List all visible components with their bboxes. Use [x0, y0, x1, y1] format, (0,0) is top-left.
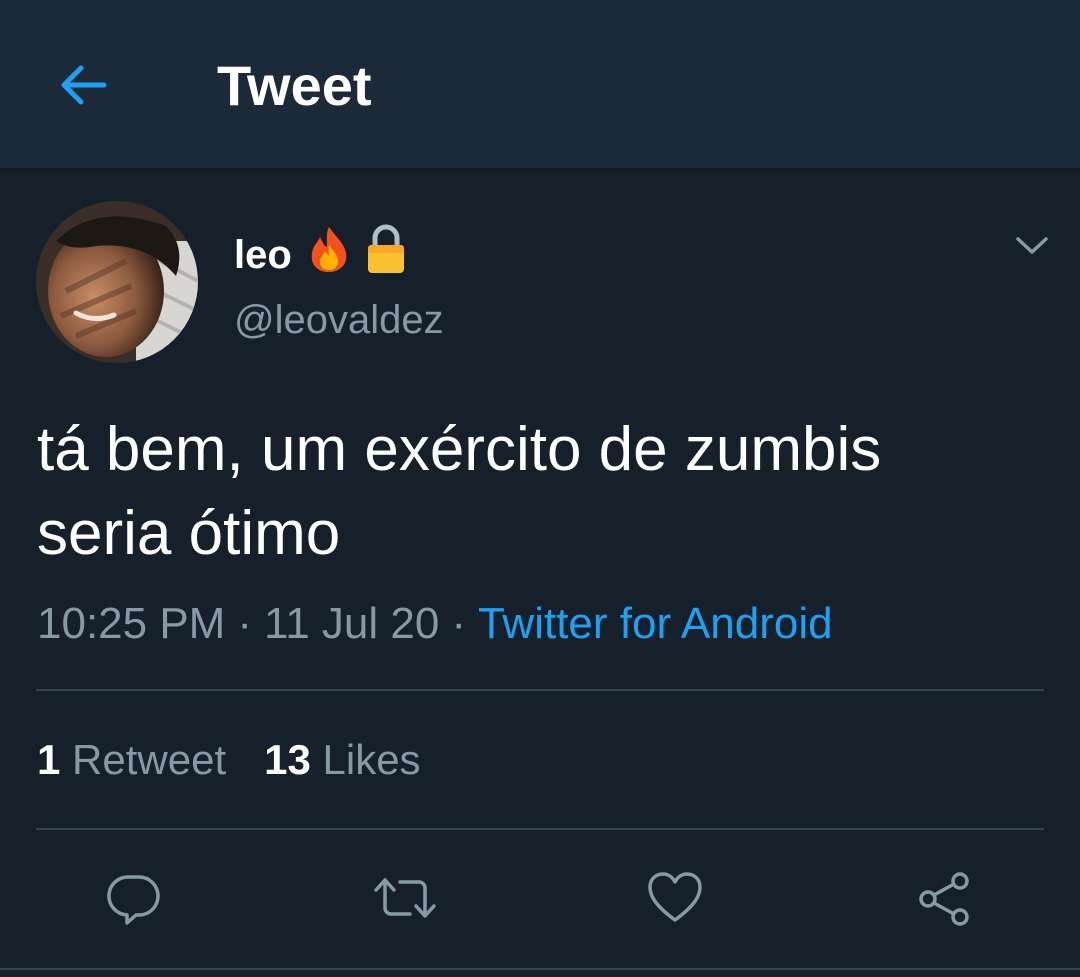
arrow-left-icon — [61, 65, 107, 105]
top-app-bar: Tweet — [0, 0, 1080, 168]
avatar-photo — [36, 201, 198, 363]
lock-emoji-icon — [366, 224, 406, 285]
likes-count: 13 — [264, 736, 311, 783]
author-name[interactable]: leo — [234, 224, 406, 285]
like-button[interactable] — [641, 864, 709, 932]
share-icon — [919, 872, 969, 926]
divider — [36, 828, 1044, 830]
retweets-stat[interactable]: 1 Retweet — [37, 734, 226, 786]
share-button[interactable] — [911, 864, 979, 932]
likes-label: Likes — [322, 736, 421, 783]
tweet-options-button[interactable] — [1008, 226, 1056, 266]
retweet-icon — [374, 878, 436, 918]
heart-icon — [648, 872, 702, 922]
reply-button[interactable] — [101, 864, 169, 932]
back-button[interactable] — [52, 56, 114, 114]
reply-icon — [107, 875, 160, 925]
meta-separator: · — [451, 599, 466, 648]
retweets-count: 1 — [37, 736, 61, 783]
tweet-text: tá bem, um exército de zumbis seria ótim… — [37, 415, 882, 568]
avatar[interactable] — [36, 201, 198, 363]
tweet-source-link[interactable]: Twitter for Android — [478, 599, 833, 648]
meta-separator: · — [237, 599, 252, 648]
author-name-text: leo — [234, 232, 292, 277]
tweet-stats: 1 Retweet 13 Likes — [37, 734, 421, 786]
retweet-button[interactable] — [371, 864, 439, 932]
chevron-down-icon — [1016, 237, 1048, 254]
tweet-time: 10:25 PM — [37, 599, 226, 648]
tweet-metadata: 10:25 PM · 11 Jul 20 · Twitter for Android — [37, 598, 833, 650]
divider — [36, 689, 1044, 691]
fire-emoji-icon — [306, 225, 352, 284]
divider — [0, 968, 1080, 970]
retweets-label: Retweet — [72, 736, 227, 783]
likes-stat[interactable]: 13 Likes — [264, 734, 420, 786]
author-handle[interactable]: @leovaldez — [234, 296, 444, 344]
page-title: Tweet — [217, 54, 372, 117]
tweet-date: 11 Jul 20 — [264, 599, 440, 648]
